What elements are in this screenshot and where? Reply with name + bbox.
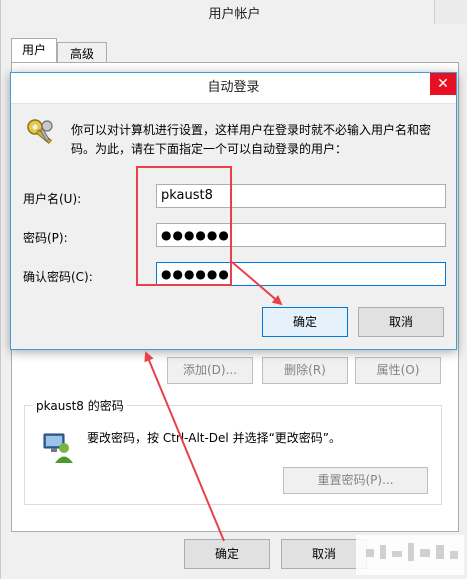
confirm-password-field[interactable]: ●●●●●● bbox=[156, 262, 446, 286]
password-group-title: pkaust8 的密码 bbox=[33, 397, 127, 414]
close-icon[interactable]: ✕ bbox=[430, 73, 456, 95]
add-user-button[interactable]: 添加(D)... bbox=[167, 357, 253, 384]
tab-advanced[interactable]: 高级 bbox=[57, 42, 107, 64]
password-group: pkaust8 的密码 要改密码，按 Ctrl-Alt-Del 并选择“更改密码… bbox=[24, 397, 442, 505]
username-field[interactable]: pkaust8 bbox=[156, 184, 446, 208]
reset-password-button[interactable]: 重置密码(P)... bbox=[283, 467, 428, 494]
dialog-description: 你可以对计算机进行设置，这样用户在登录时就不必输入用户名和密码。为此，请在下面指… bbox=[71, 123, 432, 156]
user-icon bbox=[43, 433, 73, 463]
password-label: 密码(P): bbox=[23, 231, 68, 245]
auto-logon-dialog: 自动登录 ✕ 你可以对计算机进行设置，这样用户在登录时就不必输入用户名和密码。为… bbox=[10, 72, 457, 350]
confirm-password-label: 确认密码(C): bbox=[23, 270, 93, 284]
dialog-title: 自动登录 bbox=[11, 73, 456, 104]
password-field[interactable]: ●●●●●● bbox=[156, 223, 446, 247]
keys-icon bbox=[27, 119, 53, 145]
window-title: 用户帐户 bbox=[208, 7, 261, 22]
tab-users[interactable]: 用户 bbox=[11, 38, 57, 64]
watermark-logo bbox=[356, 535, 464, 575]
window-control-button[interactable] bbox=[434, 0, 467, 24]
username-label: 用户名(U): bbox=[23, 192, 82, 206]
dialog-cancel-button[interactable]: 取消 bbox=[358, 307, 444, 337]
outer-ok-button[interactable]: 确定 bbox=[184, 539, 270, 569]
outer-cancel-button[interactable]: 取消 bbox=[281, 539, 367, 569]
properties-button[interactable]: 属性(O) bbox=[355, 357, 441, 384]
remove-user-button[interactable]: 删除(R) bbox=[262, 357, 348, 384]
dialog-ok-button[interactable]: 确定 bbox=[262, 307, 348, 337]
password-change-hint: 要改密码，按 Ctrl-Alt-Del 并选择“更改密码”。 bbox=[87, 431, 342, 445]
